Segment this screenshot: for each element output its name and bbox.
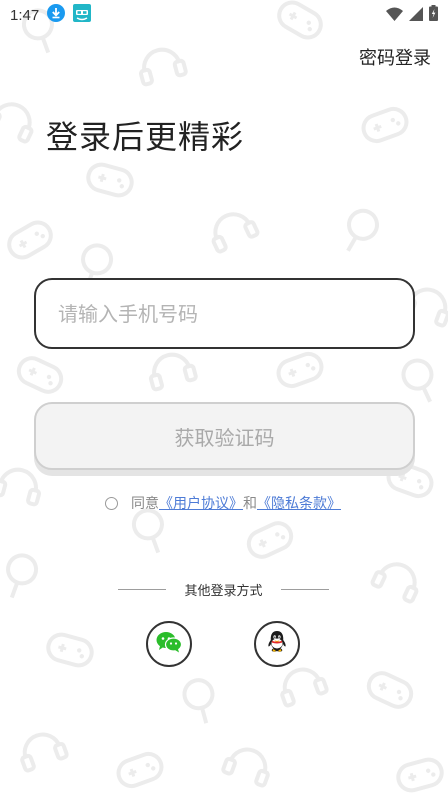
privacy-policy-link[interactable]: 《隐私条款》 [257,493,341,513]
qq-login-button[interactable] [254,621,300,667]
agreement-prefix: 同意 [131,496,159,512]
user-agreement-link[interactable]: 《用户协议》 [159,493,243,513]
page-title: 登录后更精彩 [46,118,245,156]
signal-icon [409,6,423,25]
other-login-divider: 其他登录方式 [118,580,329,599]
status-left: 1:47 [10,4,92,26]
divider-line-left [118,588,166,591]
other-login-title: 其他登录方式 [184,584,263,599]
password-login-link[interactable]: 密码登录 [359,44,431,70]
status-right [386,5,438,25]
wechat-icon [156,631,183,657]
phone-input-container [34,278,415,349]
download-icon [47,4,66,26]
agreement-checkbox[interactable] [105,496,118,510]
status-time: 1:47 [10,6,40,24]
qq-icon [266,630,288,658]
app-notification-icon [73,4,92,26]
status-bar: 1:47 [0,0,448,30]
battery-icon [429,5,438,25]
get-code-button[interactable]: 获取验证码 [34,402,415,470]
phone-input[interactable] [36,280,413,347]
wechat-login-button[interactable] [146,621,192,667]
wifi-icon [386,6,403,25]
divider-line-right [280,588,329,591]
agreement-connector: 和 [243,496,257,512]
agreement-row: 同意 《用户协议》 和 《隐私条款》 [105,493,341,513]
